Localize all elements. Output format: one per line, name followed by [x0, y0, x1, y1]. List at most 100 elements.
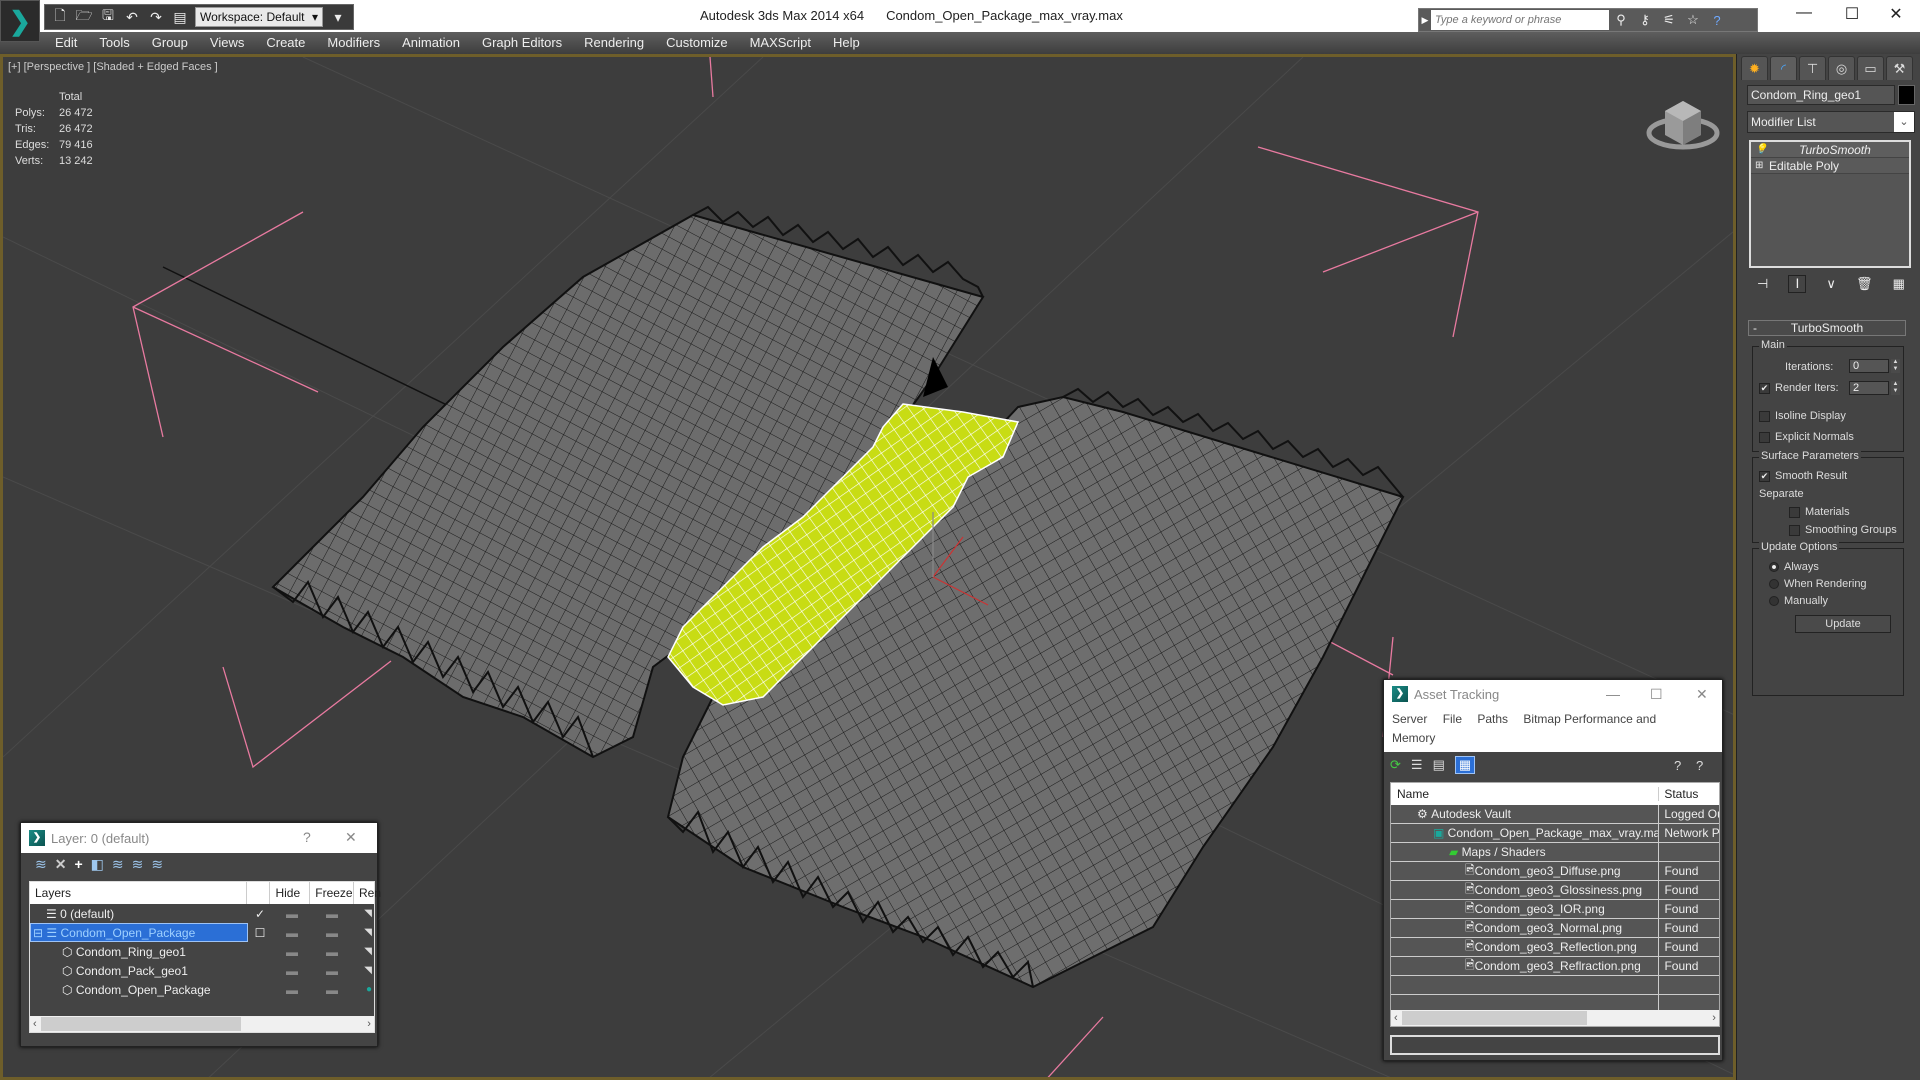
star-icon[interactable]: ☆ [1681, 12, 1705, 28]
asset-row[interactable]: 🖻 Condom_geo3_IOR.png Found [1391, 900, 1719, 919]
scroll-left-icon[interactable]: ‹ [1391, 1012, 1398, 1024]
layer-row[interactable]: ⊟ ☰ Condom_Open_Package ☐ ▬ ▬ ◥ [30, 923, 374, 942]
hide-toggle[interactable]: ▬ [272, 945, 312, 959]
freeze-toggle[interactable]: ▬ [312, 983, 352, 997]
create-layer-icon[interactable]: ≋ [35, 856, 47, 873]
layer-dialog-titlebar[interactable]: ❯ Layer: 0 (default) ? ✕ [21, 823, 377, 853]
utilities-tab-icon[interactable]: ⚒ [1886, 56, 1913, 80]
menu-group[interactable]: Group [152, 32, 188, 54]
freeze-toggle[interactable]: ▬ [312, 926, 352, 940]
hide-toggle[interactable]: ▬ [272, 926, 312, 940]
object-name-field[interactable]: Condom_Ring_geo1 [1747, 85, 1895, 105]
hide-toggle[interactable]: ▬ [272, 907, 312, 921]
render-toggle[interactable]: ◥ [352, 946, 372, 957]
menu-tools[interactable]: Tools [99, 32, 129, 54]
modify-tab-icon[interactable]: ◜ [1770, 56, 1797, 80]
pin-stack-icon[interactable]: ⊣ [1757, 276, 1768, 292]
layer-row[interactable]: ⬡ Condom_Ring_geo1 ▬ ▬ ◥ [30, 942, 374, 961]
close-button[interactable]: ✕ [1876, 4, 1916, 24]
project-folder-icon[interactable]: ▤ [171, 8, 189, 26]
display-tab-icon[interactable]: ▭ [1857, 56, 1884, 80]
menu-edit[interactable]: Edit [55, 32, 77, 54]
help-icon[interactable]: ? [1696, 758, 1703, 773]
help-icon[interactable]: ? [1705, 13, 1729, 28]
hide-toggle[interactable]: ▬ [272, 983, 312, 997]
render-iters-spinner[interactable]: 2 [1849, 381, 1889, 395]
new-file-icon[interactable]: 🗋 [51, 7, 69, 26]
menu-bitmap-performance[interactable]: Bitmap Performance and Memory [1392, 712, 1656, 745]
render-toggle[interactable]: ● [352, 984, 372, 995]
open-file-icon[interactable]: 🗁 [75, 7, 93, 26]
asset-dialog-titlebar[interactable]: ❯ Asset Tracking — ☐ ✕ [1384, 680, 1722, 708]
smooth-result-checkbox[interactable]: ✔ [1759, 470, 1770, 482]
vault-help-icon[interactable]: ? [1674, 758, 1681, 773]
current-layer-toggle[interactable]: ✓ [248, 907, 272, 921]
current-layer-toggle[interactable]: ☐ [248, 926, 272, 940]
grid-view-icon[interactable]: ▦ [1454, 756, 1476, 774]
motion-tab-icon[interactable]: ◎ [1828, 56, 1855, 80]
menu-views[interactable]: Views [210, 32, 244, 54]
modifier-list-dropdown[interactable]: Modifier List ⌄ [1747, 111, 1915, 133]
make-unique-icon[interactable]: ∨ [1826, 276, 1836, 292]
hierarchy-tab-icon[interactable]: ⊤ [1799, 56, 1826, 80]
col-current[interactable] [247, 882, 271, 904]
render-toggle[interactable]: ◥ [352, 965, 372, 976]
menu-file[interactable]: File [1443, 712, 1462, 726]
refresh-icon[interactable]: ⟳ [1390, 757, 1401, 773]
render-toggle[interactable]: ◥ [352, 927, 372, 938]
iterations-spinner-arrows[interactable]: ▲ ▼ [1891, 359, 1900, 373]
materials-checkbox[interactable] [1789, 506, 1800, 518]
select-objects-icon[interactable]: ◧ [91, 856, 104, 873]
scroll-thumb[interactable] [1401, 1011, 1587, 1025]
horizontal-scrollbar[interactable]: ‹ › [30, 1016, 374, 1032]
col-layers[interactable]: Layers [30, 882, 247, 904]
asset-row[interactable]: ▣ Condom_Open_Package_max_vray.max Networ… [1391, 824, 1719, 843]
asset-row[interactable]: ▰ Maps / Shaders [1391, 843, 1719, 862]
menu-modifiers[interactable]: Modifiers [327, 32, 380, 54]
iterations-spinner[interactable]: 0 [1849, 359, 1889, 373]
scroll-left-icon[interactable]: ‹ [30, 1018, 37, 1030]
asset-row[interactable]: 🖻 Condom_geo3_Diffuse.png Found [1391, 862, 1719, 881]
expand-arrow-icon[interactable]: ▶ [1419, 15, 1431, 26]
hide-unhide-layers-icon[interactable]: ≋ [132, 856, 144, 873]
turbosmooth-rollout-header[interactable]: - TurboSmooth [1748, 320, 1906, 336]
object-color-swatch[interactable] [1898, 85, 1915, 105]
manually-radio[interactable] [1769, 596, 1779, 607]
show-end-result-icon[interactable]: Ⅰ [1788, 275, 1807, 293]
table-view-icon[interactable]: ▤ [1433, 757, 1445, 773]
menu-graph-editors[interactable]: Graph Editors [482, 32, 562, 54]
menu-customize[interactable]: Customize [666, 32, 727, 54]
isoline-display-checkbox[interactable] [1759, 410, 1770, 422]
layer-row[interactable]: ⬡ Condom_Open_Package ▬ ▬ ● [30, 980, 374, 999]
menu-maxscript[interactable]: MAXScript [750, 32, 811, 54]
minimize-button[interactable]: — [1784, 4, 1824, 22]
menu-server[interactable]: Server [1392, 712, 1427, 726]
undo-icon[interactable]: ↶ [123, 8, 141, 26]
workspace-dropdown[interactable]: Workspace: Default ▾ [195, 7, 323, 27]
create-tab-icon[interactable]: ✹ [1741, 56, 1768, 80]
help-button[interactable]: ? [303, 829, 311, 845]
customize-qat-icon[interactable]: ▾ [329, 8, 347, 26]
freeze-toggle[interactable]: ▬ [312, 964, 352, 978]
maximize-button[interactable]: ☐ [1832, 4, 1872, 24]
remove-modifier-icon[interactable]: 🗑 [1856, 276, 1873, 292]
col-render[interactable]: Ren [354, 882, 381, 904]
always-radio[interactable] [1769, 562, 1779, 573]
expand-plus-icon[interactable]: ⊞ [1755, 160, 1769, 171]
menu-paths[interactable]: Paths [1477, 712, 1508, 726]
search-input[interactable] [1431, 10, 1609, 30]
scroll-right-icon[interactable]: › [367, 1018, 374, 1030]
stack-item-turbosmooth[interactable]: 💡 TurboSmooth [1751, 142, 1909, 158]
layer-row[interactable]: ☰ 0 (default) ✓ ▬ ▬ ◥ [30, 904, 374, 923]
save-icon[interactable]: 🖫 [99, 7, 117, 26]
freeze-toggle[interactable]: ▬ [312, 945, 352, 959]
menu-animation[interactable]: Animation [402, 32, 460, 54]
col-hide[interactable]: Hide [270, 882, 311, 904]
asset-row[interactable]: 🖻 Condom_geo3_Reflection.png Found [1391, 938, 1719, 957]
stack-item-editable-poly[interactable]: ⊞ Editable Poly [1751, 158, 1909, 174]
menu-rendering[interactable]: Rendering [584, 32, 644, 54]
close-button[interactable]: ✕ [345, 829, 357, 846]
viewcube-icon[interactable] [1643, 87, 1723, 157]
when-rendering-radio[interactable] [1769, 579, 1779, 590]
render-iters-spinner-arrows[interactable]: ▲ ▼ [1891, 381, 1900, 395]
